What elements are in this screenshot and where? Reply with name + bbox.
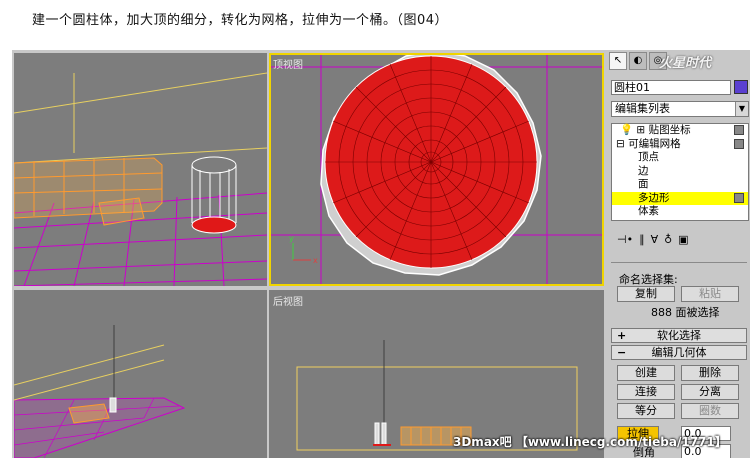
perspective-scene xyxy=(14,72,267,286)
perspective-scene-2 xyxy=(14,325,186,458)
expand-plus-icon: + xyxy=(617,329,627,342)
remove-modifier-icon[interactable]: ♁ xyxy=(664,233,672,246)
stack-item-label: 贴图坐标 xyxy=(648,124,691,136)
stack-item-label: 边 xyxy=(638,164,649,177)
stack-toggle-icon[interactable] xyxy=(734,125,744,135)
stack-item-polygon[interactable]: 多边形 xyxy=(612,191,748,205)
copy-button[interactable]: 复制 xyxy=(617,286,675,302)
modify-tab-icon[interactable]: ◐ xyxy=(629,52,647,70)
configure-sets-icon[interactable]: ▣ xyxy=(678,233,688,246)
show-end-result-icon[interactable]: ∥ xyxy=(639,233,645,246)
viewport-top-left[interactable] xyxy=(14,53,267,286)
hxsd-logo: 火星时代 xyxy=(659,56,712,71)
stack-item-label: 多边形 xyxy=(638,191,670,204)
modifier-list-label: 编辑集列表 xyxy=(615,102,670,115)
soft-selection-rollout[interactable]: + 软化选择 xyxy=(611,328,747,343)
object-color-swatch[interactable] xyxy=(734,80,748,94)
divide-button[interactable]: 等分 xyxy=(617,403,675,419)
make-unique-icon[interactable]: ∀ xyxy=(651,233,659,246)
stack-item-label: 顶点 xyxy=(638,151,659,163)
create-tab-icon[interactable]: ↖ xyxy=(609,52,627,70)
chevron-down-icon: ▼ xyxy=(735,102,748,116)
stack-item-label: 可编辑网格 xyxy=(628,137,681,150)
attach-button[interactable]: 连接 xyxy=(617,384,675,400)
faces-selected-text: 888 面被选择 xyxy=(651,306,720,319)
stack-item-label: 面 xyxy=(638,178,649,190)
top-view-scene: y x xyxy=(269,53,604,286)
collapse-minus-icon[interactable]: ⊟ xyxy=(616,138,625,150)
stack-item-label: 体素 xyxy=(638,205,659,217)
viewport-top-label: 顶视图 xyxy=(273,60,303,71)
stack-toggle-icon[interactable] xyxy=(734,192,744,203)
stack-item-vertex[interactable]: 顶点 xyxy=(612,151,748,165)
stack-item-edge[interactable]: 边 xyxy=(612,165,748,179)
stack-item-uvw-map[interactable]: 💡 ⊞ 贴图坐标 xyxy=(612,124,748,138)
paste-button[interactable]: 粘贴 xyxy=(681,286,739,302)
delete-button[interactable]: 删除 xyxy=(681,365,739,381)
turn-button[interactable]: 圈数 xyxy=(681,403,739,419)
rollout-title: 软化选择 xyxy=(657,329,701,342)
svg-text:x: x xyxy=(313,256,318,265)
stack-item-element[interactable]: 体素 xyxy=(612,205,748,219)
rollout-title: 编辑几何体 xyxy=(651,346,707,359)
viewport-back-label: 后视图 xyxy=(273,297,303,308)
viewport-top[interactable]: 顶视图 y x xyxy=(269,53,604,286)
detach-button[interactable]: 分离 xyxy=(681,384,739,400)
axis-gizmo-icon: y x xyxy=(289,234,318,265)
max-window: 顶视图 y x 后视图 ↖ ◐ ◎ 火星时代 圆柱01 编辑集列表 ▼ 💡 ⊞ … xyxy=(12,50,750,458)
pin-stack-icon[interactable]: ⊣• xyxy=(617,233,633,246)
viewport-bottom-left[interactable] xyxy=(14,290,267,458)
modifier-stack[interactable]: 💡 ⊞ 贴图坐标 ⊟ 可编辑网格 顶点 边 面 多边形 体素 xyxy=(611,123,749,221)
stack-item-face[interactable]: 面 xyxy=(612,178,748,192)
bulb-icon[interactable]: 💡 xyxy=(620,124,633,136)
collapse-minus-icon: − xyxy=(617,346,627,359)
expand-plus-icon[interactable]: ⊞ xyxy=(636,124,645,136)
object-name-field[interactable]: 圆柱01 xyxy=(611,80,731,95)
modifier-list-dropdown[interactable]: 编辑集列表 ▼ xyxy=(611,101,749,117)
stack-item-editable-mesh[interactable]: ⊟ 可编辑网格 xyxy=(612,138,748,152)
create-button[interactable]: 创建 xyxy=(617,365,675,381)
edit-geometry-rollout[interactable]: − 编辑几何体 xyxy=(611,345,747,360)
stack-tools-row: ⊣• ∥ ∀ ♁ ▣ xyxy=(617,233,689,246)
caption-text: 建一个圆柱体，加大顶的细分，转化为网格，拉伸为一个桶。（图04） xyxy=(32,13,449,28)
named-selections-label: 命名选择集: xyxy=(619,273,678,286)
svg-text:y: y xyxy=(289,234,294,243)
stack-toggle-icon[interactable] xyxy=(734,138,744,149)
divider xyxy=(611,262,747,263)
command-panel: ↖ ◐ ◎ 火星时代 圆柱01 编辑集列表 ▼ 💡 ⊞ 贴图坐标 ⊟ 可编辑网格… xyxy=(609,50,750,458)
watermark-text: 3Dmax吧 【www.linecg.com/tieba/1771】 xyxy=(453,435,727,449)
